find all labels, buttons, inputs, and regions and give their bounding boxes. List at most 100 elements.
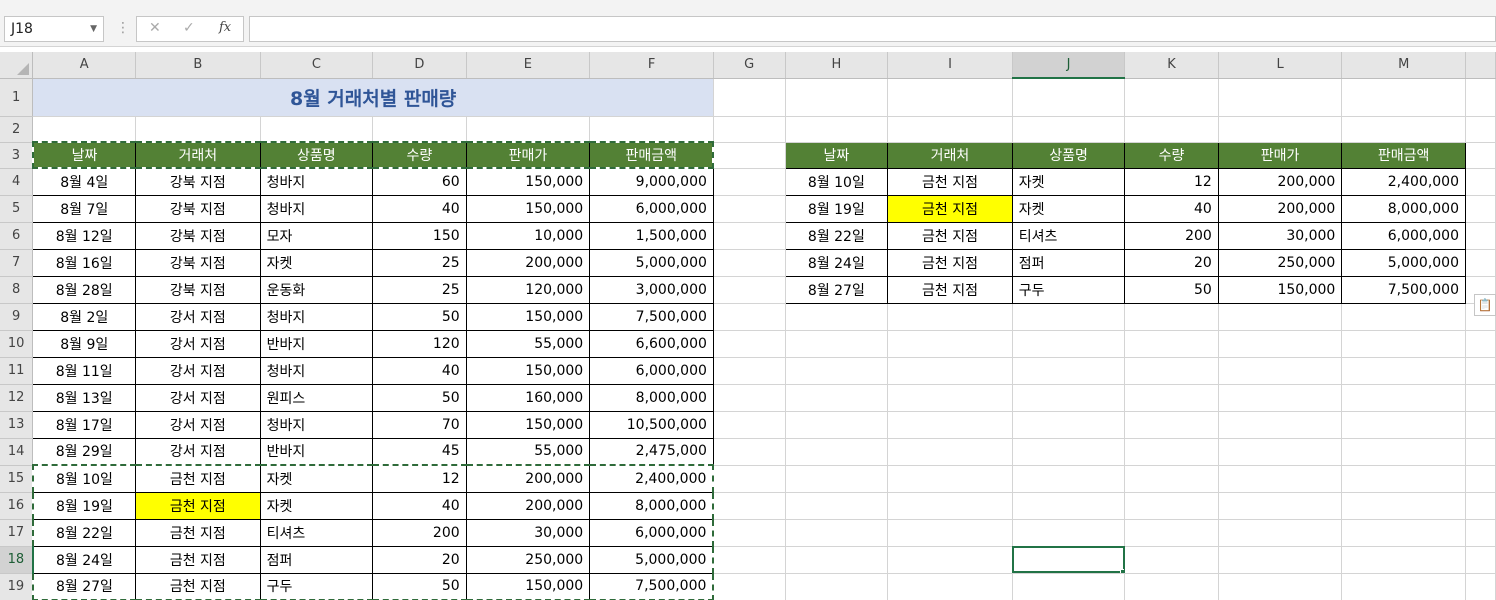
main-cell[interactable]: 8월 28일 xyxy=(32,275,137,304)
main-cell[interactable]: 강북 지점 xyxy=(135,248,261,277)
column-header-h[interactable]: H xyxy=(785,52,889,79)
column-header-m[interactable]: M xyxy=(1341,52,1467,79)
row-header-17[interactable]: 17 xyxy=(0,519,34,547)
main-cell[interactable]: 금천 지점 xyxy=(135,518,261,547)
main-cell[interactable]: 8월 12일 xyxy=(32,221,137,250)
main-header-cell[interactable]: 수량 xyxy=(372,141,467,169)
row-header-15[interactable]: 15 xyxy=(0,465,34,493)
main-cell[interactable]: 20 xyxy=(372,545,467,574)
check-icon[interactable]: ✓ xyxy=(183,20,195,36)
copy-header-cell[interactable]: 거래처 xyxy=(887,141,1013,169)
column-header-f[interactable]: F xyxy=(589,52,714,79)
main-cell[interactable]: 반바지 xyxy=(259,329,374,358)
copy-header-cell[interactable]: 수량 xyxy=(1124,141,1219,169)
cell[interactable] xyxy=(785,384,889,412)
main-cell[interactable]: 6,000,000 xyxy=(589,356,714,385)
row-header-19[interactable]: 19 xyxy=(0,573,34,600)
cell[interactable] xyxy=(1465,492,1496,520)
copy-cell[interactable]: 자켓 xyxy=(1011,167,1126,196)
main-cell[interactable]: 청바지 xyxy=(259,167,374,196)
row-header-8[interactable]: 8 xyxy=(0,276,34,304)
main-cell[interactable]: 8월 13일 xyxy=(32,383,137,412)
main-header-cell[interactable]: 상품명 xyxy=(259,141,374,169)
main-cell[interactable]: 160,000 xyxy=(465,383,591,412)
cell[interactable] xyxy=(1465,411,1496,439)
main-cell[interactable]: 25 xyxy=(372,248,467,277)
cell[interactable] xyxy=(785,78,889,117)
copy-cell[interactable]: 8월 19일 xyxy=(784,194,889,223)
cell[interactable] xyxy=(887,492,1013,520)
main-cell[interactable]: 청바지 xyxy=(259,302,374,331)
main-cell[interactable]: 8,000,000 xyxy=(589,491,715,520)
main-cell[interactable]: 40 xyxy=(372,194,467,223)
cell[interactable] xyxy=(1012,78,1126,117)
copy-cell[interactable]: 구두 xyxy=(1011,275,1126,304)
main-cell[interactable]: 강북 지점 xyxy=(135,167,261,196)
cell[interactable] xyxy=(1124,492,1219,520)
main-cell[interactable]: 25 xyxy=(372,275,467,304)
main-cell[interactable]: 40 xyxy=(372,356,467,385)
cell[interactable] xyxy=(1465,384,1496,412)
cell[interactable] xyxy=(1465,195,1496,223)
main-cell[interactable]: 8월 4일 xyxy=(32,167,137,196)
main-cell[interactable]: 금천 지점 xyxy=(135,491,261,520)
cell[interactable] xyxy=(1465,116,1496,143)
main-cell[interactable]: 8,000,000 xyxy=(589,383,714,412)
main-cell[interactable]: 5,000,000 xyxy=(589,545,715,574)
main-cell[interactable]: 금천 지점 xyxy=(135,545,261,574)
cell[interactable] xyxy=(135,116,261,143)
row-header-4[interactable]: 4 xyxy=(0,168,34,196)
cell[interactable] xyxy=(1218,519,1343,547)
main-cell[interactable]: 8월 7일 xyxy=(32,194,137,223)
cell[interactable] xyxy=(713,357,786,385)
main-cell[interactable]: 모자 xyxy=(259,221,374,250)
cell[interactable] xyxy=(1124,78,1219,117)
main-cell[interactable]: 6,000,000 xyxy=(589,518,715,547)
cell[interactable] xyxy=(785,330,889,358)
copy-cell[interactable]: 자켓 xyxy=(1011,194,1126,223)
main-cell[interactable]: 원피스 xyxy=(259,383,374,412)
main-cell[interactable]: 200,000 xyxy=(465,464,591,493)
main-cell[interactable]: 강서 지점 xyxy=(135,410,261,439)
main-cell[interactable]: 2,475,000 xyxy=(589,437,714,466)
cell[interactable] xyxy=(887,116,1013,143)
cell[interactable] xyxy=(1124,519,1219,547)
cell[interactable] xyxy=(713,276,786,304)
cell[interactable] xyxy=(1012,573,1126,600)
copy-cell[interactable]: 30,000 xyxy=(1217,221,1343,250)
main-cell[interactable]: 7,500,000 xyxy=(589,572,715,600)
copy-cell[interactable]: 8,000,000 xyxy=(1341,194,1467,223)
cell[interactable] xyxy=(1341,78,1467,117)
cell[interactable] xyxy=(1124,438,1219,466)
cell[interactable] xyxy=(887,519,1013,547)
cell[interactable] xyxy=(785,438,889,466)
cell[interactable] xyxy=(887,330,1013,358)
cell[interactable] xyxy=(1341,303,1467,331)
cancel-icon[interactable]: ✕ xyxy=(149,20,161,36)
row-header-18[interactable]: 18 xyxy=(0,546,34,574)
active-cell[interactable] xyxy=(1012,546,1126,574)
cell[interactable] xyxy=(713,195,786,223)
cell[interactable] xyxy=(713,438,786,466)
copy-header-cell[interactable]: 판매금액 xyxy=(1341,141,1467,169)
cell[interactable] xyxy=(713,168,786,196)
cell[interactable] xyxy=(1218,573,1343,600)
cell[interactable] xyxy=(785,303,889,331)
row-header-2[interactable]: 2 xyxy=(0,116,34,143)
copy-cell[interactable]: 8월 24일 xyxy=(784,248,889,277)
copy-cell[interactable]: 250,000 xyxy=(1217,248,1343,277)
column-header-a[interactable]: A xyxy=(32,52,137,79)
copy-cell[interactable]: 150,000 xyxy=(1217,275,1343,304)
main-cell[interactable]: 점퍼 xyxy=(259,545,374,574)
cell[interactable] xyxy=(1465,573,1496,600)
cell[interactable] xyxy=(887,357,1013,385)
cell[interactable] xyxy=(785,546,889,574)
cell[interactable] xyxy=(887,411,1013,439)
cell[interactable] xyxy=(1124,465,1219,493)
main-cell[interactable]: 강서 지점 xyxy=(135,329,261,358)
main-cell[interactable]: 자켓 xyxy=(259,248,374,277)
cell[interactable] xyxy=(372,116,467,143)
main-cell[interactable]: 5,000,000 xyxy=(589,248,714,277)
cell[interactable] xyxy=(1341,330,1467,358)
formula-input[interactable] xyxy=(249,16,1496,42)
